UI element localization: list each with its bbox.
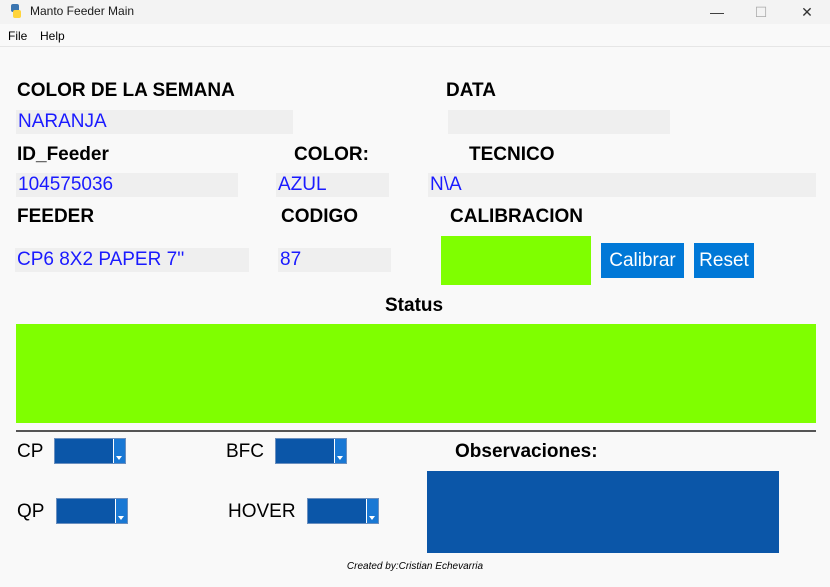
menu-file[interactable]: File (8, 29, 27, 43)
maximize-button[interactable]: ☐ (738, 0, 784, 24)
status-indicator (16, 324, 816, 423)
id-feeder-label: ID_Feeder (17, 144, 109, 165)
data-label: DATA (446, 80, 496, 101)
color-semana-label: COLOR DE LA SEMANA (17, 80, 235, 101)
calibracion-label: CALIBRACION (450, 206, 583, 227)
python-app-icon (11, 4, 21, 18)
tecnico-field[interactable]: N\A (428, 173, 816, 197)
data-field[interactable] (448, 110, 670, 134)
tecnico-label: TECNICO (469, 144, 555, 165)
menu-bar: File Help (0, 24, 830, 47)
codigo-field[interactable]: 87 (278, 248, 391, 272)
chevron-down-icon[interactable] (113, 439, 125, 463)
feeder-field[interactable]: CP6 8X2 PAPER 7'' (15, 248, 249, 272)
credit-text: Created by:Cristian Echevarria (346, 561, 484, 572)
hover-combobox[interactable] (307, 498, 379, 524)
observaciones-label: Observaciones: (455, 441, 598, 462)
minimize-button[interactable]: — (694, 0, 740, 24)
hover-label: HOVER (228, 501, 296, 522)
chevron-down-icon[interactable] (334, 439, 346, 463)
observaciones-textarea[interactable] (427, 471, 779, 553)
divider (16, 430, 816, 432)
calibrar-button[interactable]: Calibrar (601, 243, 684, 278)
id-feeder-field[interactable]: 104575036 (16, 173, 238, 197)
codigo-label: CODIGO (281, 206, 359, 227)
color-field[interactable]: AZUL (276, 173, 389, 197)
menu-help[interactable]: Help (40, 29, 65, 43)
title-bar: Manto Feeder Main — ☐ ✕ (0, 0, 830, 24)
bfc-label: BFC (226, 441, 264, 462)
cp-combobox[interactable] (54, 438, 126, 464)
chevron-down-icon[interactable] (366, 499, 378, 523)
status-label: Status (385, 295, 444, 316)
qp-label: QP (17, 501, 45, 522)
reset-button[interactable]: Reset (694, 243, 754, 278)
feeder-label: FEEDER (17, 206, 95, 227)
cp-label: CP (17, 441, 44, 462)
chevron-down-icon[interactable] (115, 499, 127, 523)
bfc-combobox[interactable] (275, 438, 347, 464)
window-title: Manto Feeder Main (30, 4, 135, 18)
calibration-indicator (441, 236, 591, 285)
close-button[interactable]: ✕ (784, 0, 830, 24)
qp-combobox[interactable] (56, 498, 128, 524)
color-semana-field[interactable]: NARANJA (16, 110, 293, 134)
color-label: COLOR: (294, 144, 369, 165)
